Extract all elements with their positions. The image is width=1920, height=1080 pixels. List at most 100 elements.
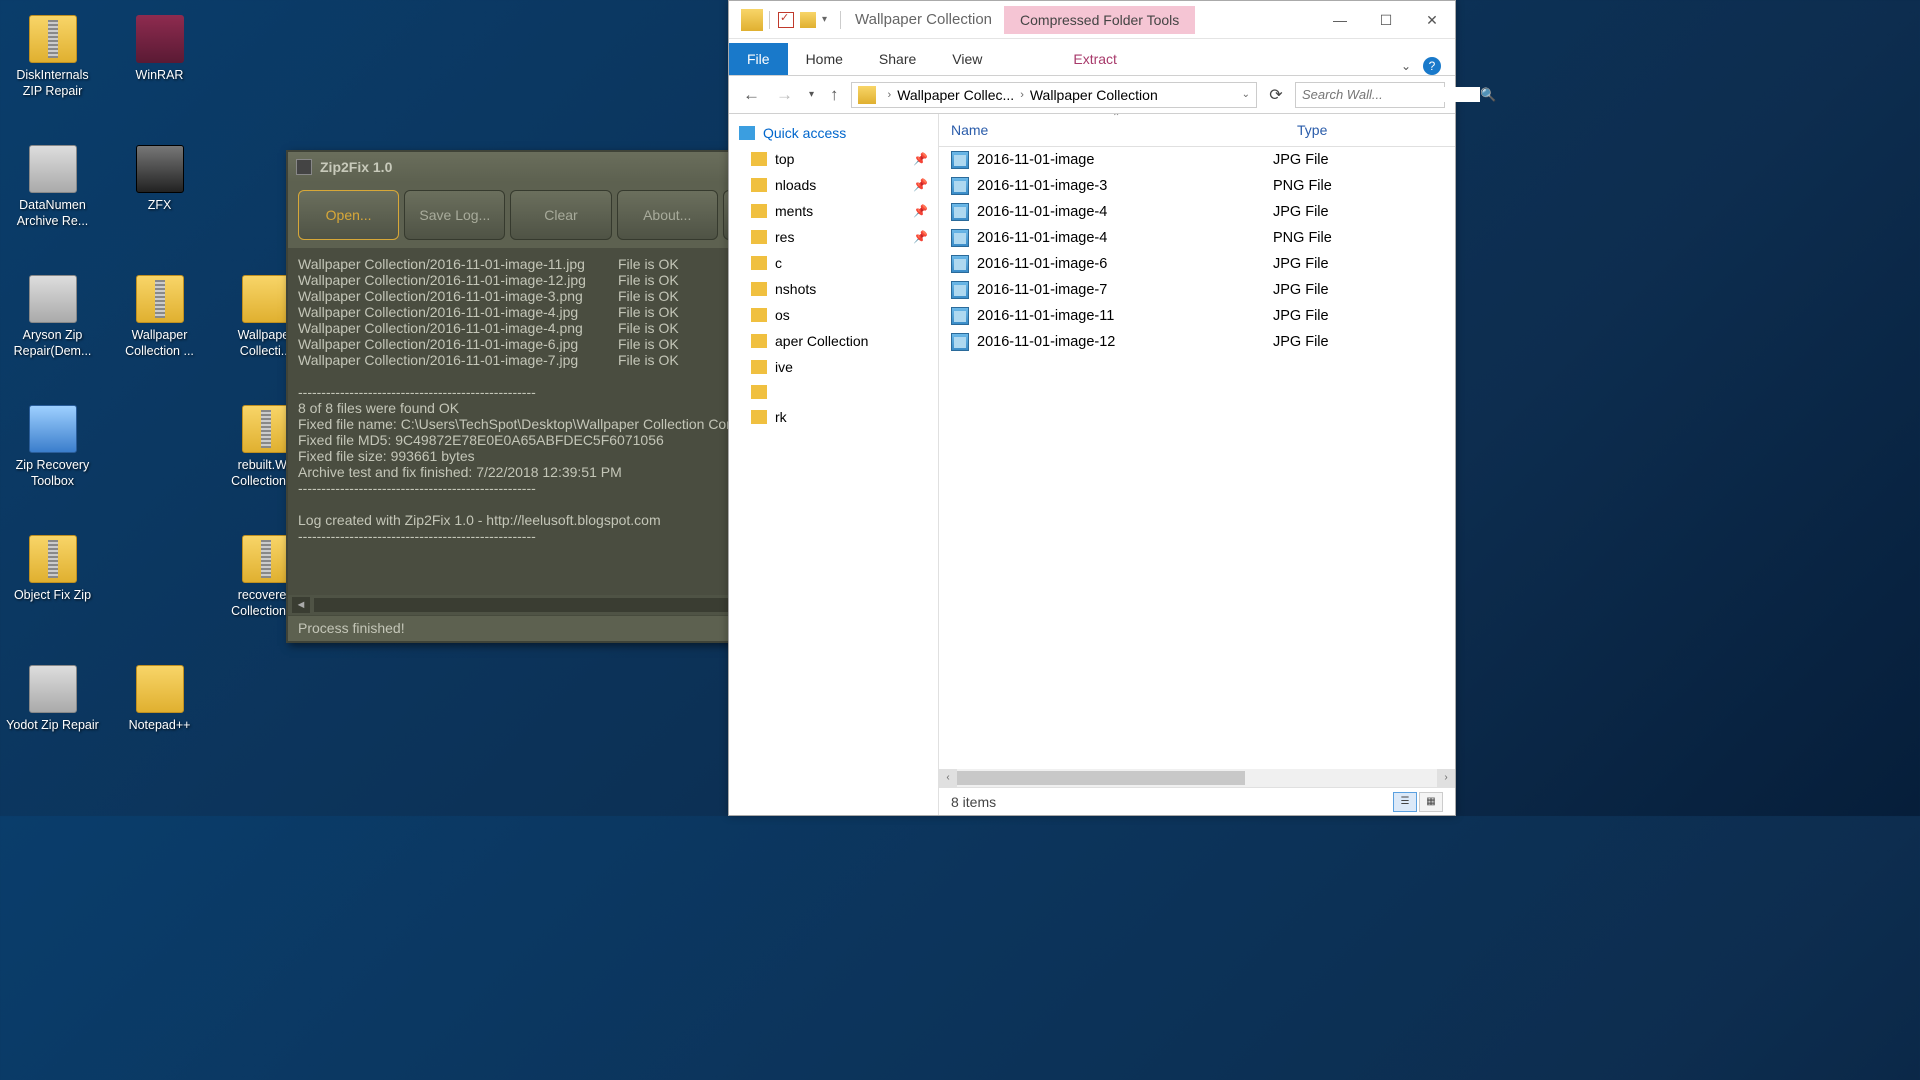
- file-name: 2016-11-01-image-3: [977, 178, 1273, 194]
- view-details-icon[interactable]: ☰: [1393, 792, 1417, 812]
- search-box[interactable]: 🔍: [1295, 82, 1445, 108]
- tab-share[interactable]: Share: [861, 43, 934, 75]
- folder-icon: [751, 410, 767, 424]
- scroll-left-icon[interactable]: ‹: [939, 769, 957, 787]
- col-name[interactable]: Name: [939, 114, 1285, 146]
- file-row[interactable]: 2016-11-01-image-6JPG File: [939, 251, 1455, 277]
- sidebar-item-label: res: [775, 229, 794, 245]
- nav-recent-icon[interactable]: ▾: [805, 87, 818, 102]
- file-row[interactable]: 2016-11-01-imageJPG File: [939, 147, 1455, 173]
- qat-dropdown-icon[interactable]: ▾: [822, 14, 836, 25]
- refresh-icon[interactable]: ⟳: [1265, 85, 1287, 105]
- file-row[interactable]: 2016-11-01-image-4JPG File: [939, 199, 1455, 225]
- file-row[interactable]: 2016-11-01-image-3PNG File: [939, 173, 1455, 199]
- file-row[interactable]: 2016-11-01-image-7JPG File: [939, 277, 1455, 303]
- sidebar-item-label: os: [775, 307, 790, 323]
- view-large-icon[interactable]: ▦: [1419, 792, 1443, 812]
- icon-image: [136, 665, 184, 713]
- search-icon[interactable]: 🔍: [1480, 87, 1496, 103]
- tab-file[interactable]: File: [729, 43, 788, 75]
- icon-image: [29, 665, 77, 713]
- address-bar[interactable]: › Wallpaper Collec... › Wallpaper Collec…: [851, 82, 1257, 108]
- sidebar-item[interactable]: top📌: [729, 146, 938, 172]
- file-type: JPG File: [1273, 256, 1443, 272]
- explorer-titlebar[interactable]: ▾ Wallpaper Collection Compressed Folder…: [729, 1, 1455, 39]
- help-icon[interactable]: ?: [1423, 57, 1441, 75]
- pin-icon[interactable]: 📌: [913, 230, 928, 244]
- chevron-right-icon[interactable]: ›: [1020, 89, 1024, 101]
- ribbon-expand-icon[interactable]: ⌄: [1401, 59, 1411, 73]
- pin-icon[interactable]: 📌: [913, 152, 928, 166]
- scroll-thumb[interactable]: [957, 771, 1245, 785]
- clear-button[interactable]: Clear: [510, 190, 611, 240]
- sidebar-item[interactable]: aper Collection: [729, 328, 938, 354]
- icon-label: DiskInternals ZIP Repair: [5, 67, 100, 100]
- icon-label: Notepad++: [112, 717, 207, 733]
- chevron-right-icon[interactable]: ›: [888, 89, 892, 101]
- qat-newfolder-icon[interactable]: [800, 12, 816, 28]
- desktop-icon[interactable]: Wallpaper Collection ...: [112, 275, 207, 360]
- breadcrumb[interactable]: Wallpaper Collection: [1030, 87, 1158, 103]
- desktop-icon[interactable]: Notepad++: [112, 665, 207, 733]
- file-row[interactable]: 2016-11-01-image-11JPG File: [939, 303, 1455, 329]
- address-dropdown-icon[interactable]: ⌄: [1242, 89, 1250, 100]
- sidebar-item[interactable]: rk: [729, 404, 938, 430]
- sidebar-item[interactable]: res 📌: [729, 224, 938, 250]
- file-type: JPG File: [1273, 334, 1443, 350]
- search-input[interactable]: [1302, 87, 1480, 102]
- nav-back-icon[interactable]: ←: [739, 83, 764, 107]
- save-log-button[interactable]: Save Log...: [404, 190, 505, 240]
- icon-image: [29, 145, 77, 193]
- nav-up-icon[interactable]: ↑: [826, 83, 843, 107]
- sidebar-item[interactable]: [729, 380, 938, 404]
- sidebar-item[interactable]: ments📌: [729, 198, 938, 224]
- maximize-button[interactable]: ☐: [1363, 5, 1409, 35]
- qat-properties-icon[interactable]: [778, 12, 794, 28]
- sidebar-item[interactable]: nloads📌: [729, 172, 938, 198]
- sidebar-item[interactable]: c: [729, 250, 938, 276]
- desktop-icon[interactable]: Object Fix Zip: [5, 535, 100, 603]
- pin-icon[interactable]: 📌: [913, 204, 928, 218]
- image-file-icon: [951, 307, 969, 325]
- context-tab-label[interactable]: Compressed Folder Tools: [1004, 6, 1195, 34]
- minimize-button[interactable]: —: [1317, 5, 1363, 35]
- desktop-icon[interactable]: DataNumen Archive Re...: [5, 145, 100, 230]
- open-button[interactable]: Open...: [298, 190, 399, 240]
- tab-view[interactable]: View: [934, 43, 1000, 75]
- sidebar-item[interactable]: ive: [729, 354, 938, 380]
- icon-label: DataNumen Archive Re...: [5, 197, 100, 230]
- image-file-icon: [951, 177, 969, 195]
- scroll-right-icon[interactable]: ›: [1437, 769, 1455, 787]
- desktop-icon[interactable]: DiskInternals ZIP Repair: [5, 15, 100, 100]
- desktop-icon[interactable]: Aryson Zip Repair(Dem...: [5, 275, 100, 360]
- file-type: PNG File: [1273, 178, 1443, 194]
- folder-icon: [751, 360, 767, 374]
- desktop-icon[interactable]: Yodot Zip Repair: [5, 665, 100, 733]
- scroll-left-icon[interactable]: ◄: [292, 597, 310, 613]
- sidebar-item[interactable]: Quick access: [729, 120, 938, 146]
- image-file-icon: [951, 255, 969, 273]
- file-row[interactable]: 2016-11-01-image-4PNG File: [939, 225, 1455, 251]
- icon-image: [242, 275, 290, 323]
- image-file-icon: [951, 281, 969, 299]
- sidebar-item-label: c: [775, 255, 782, 271]
- sidebar-item[interactable]: os: [729, 302, 938, 328]
- desktop-icon[interactable]: ZFX: [112, 145, 207, 213]
- desktop-icon[interactable]: Zip Recovery Toolbox: [5, 405, 100, 490]
- file-hscrollbar[interactable]: ‹ ›: [939, 769, 1455, 787]
- about-button[interactable]: About...: [617, 190, 718, 240]
- icon-image: [242, 535, 290, 583]
- pin-icon[interactable]: 📌: [913, 178, 928, 192]
- file-name: 2016-11-01-image-4: [977, 204, 1273, 220]
- sidebar-item[interactable]: nshots: [729, 276, 938, 302]
- breadcrumb[interactable]: Wallpaper Collec...: [897, 87, 1014, 103]
- desktop-icon[interactable]: WinRAR: [112, 15, 207, 83]
- file-row[interactable]: 2016-11-01-image-12JPG File: [939, 329, 1455, 355]
- sidebar-item-label: ive: [775, 359, 793, 375]
- icon-label: WinRAR: [112, 67, 207, 83]
- tab-extract[interactable]: Extract: [1055, 43, 1135, 75]
- close-button[interactable]: ✕: [1409, 5, 1455, 35]
- tab-home[interactable]: Home: [788, 43, 861, 75]
- folder-icon: [751, 152, 767, 166]
- col-type[interactable]: Type: [1285, 114, 1455, 146]
